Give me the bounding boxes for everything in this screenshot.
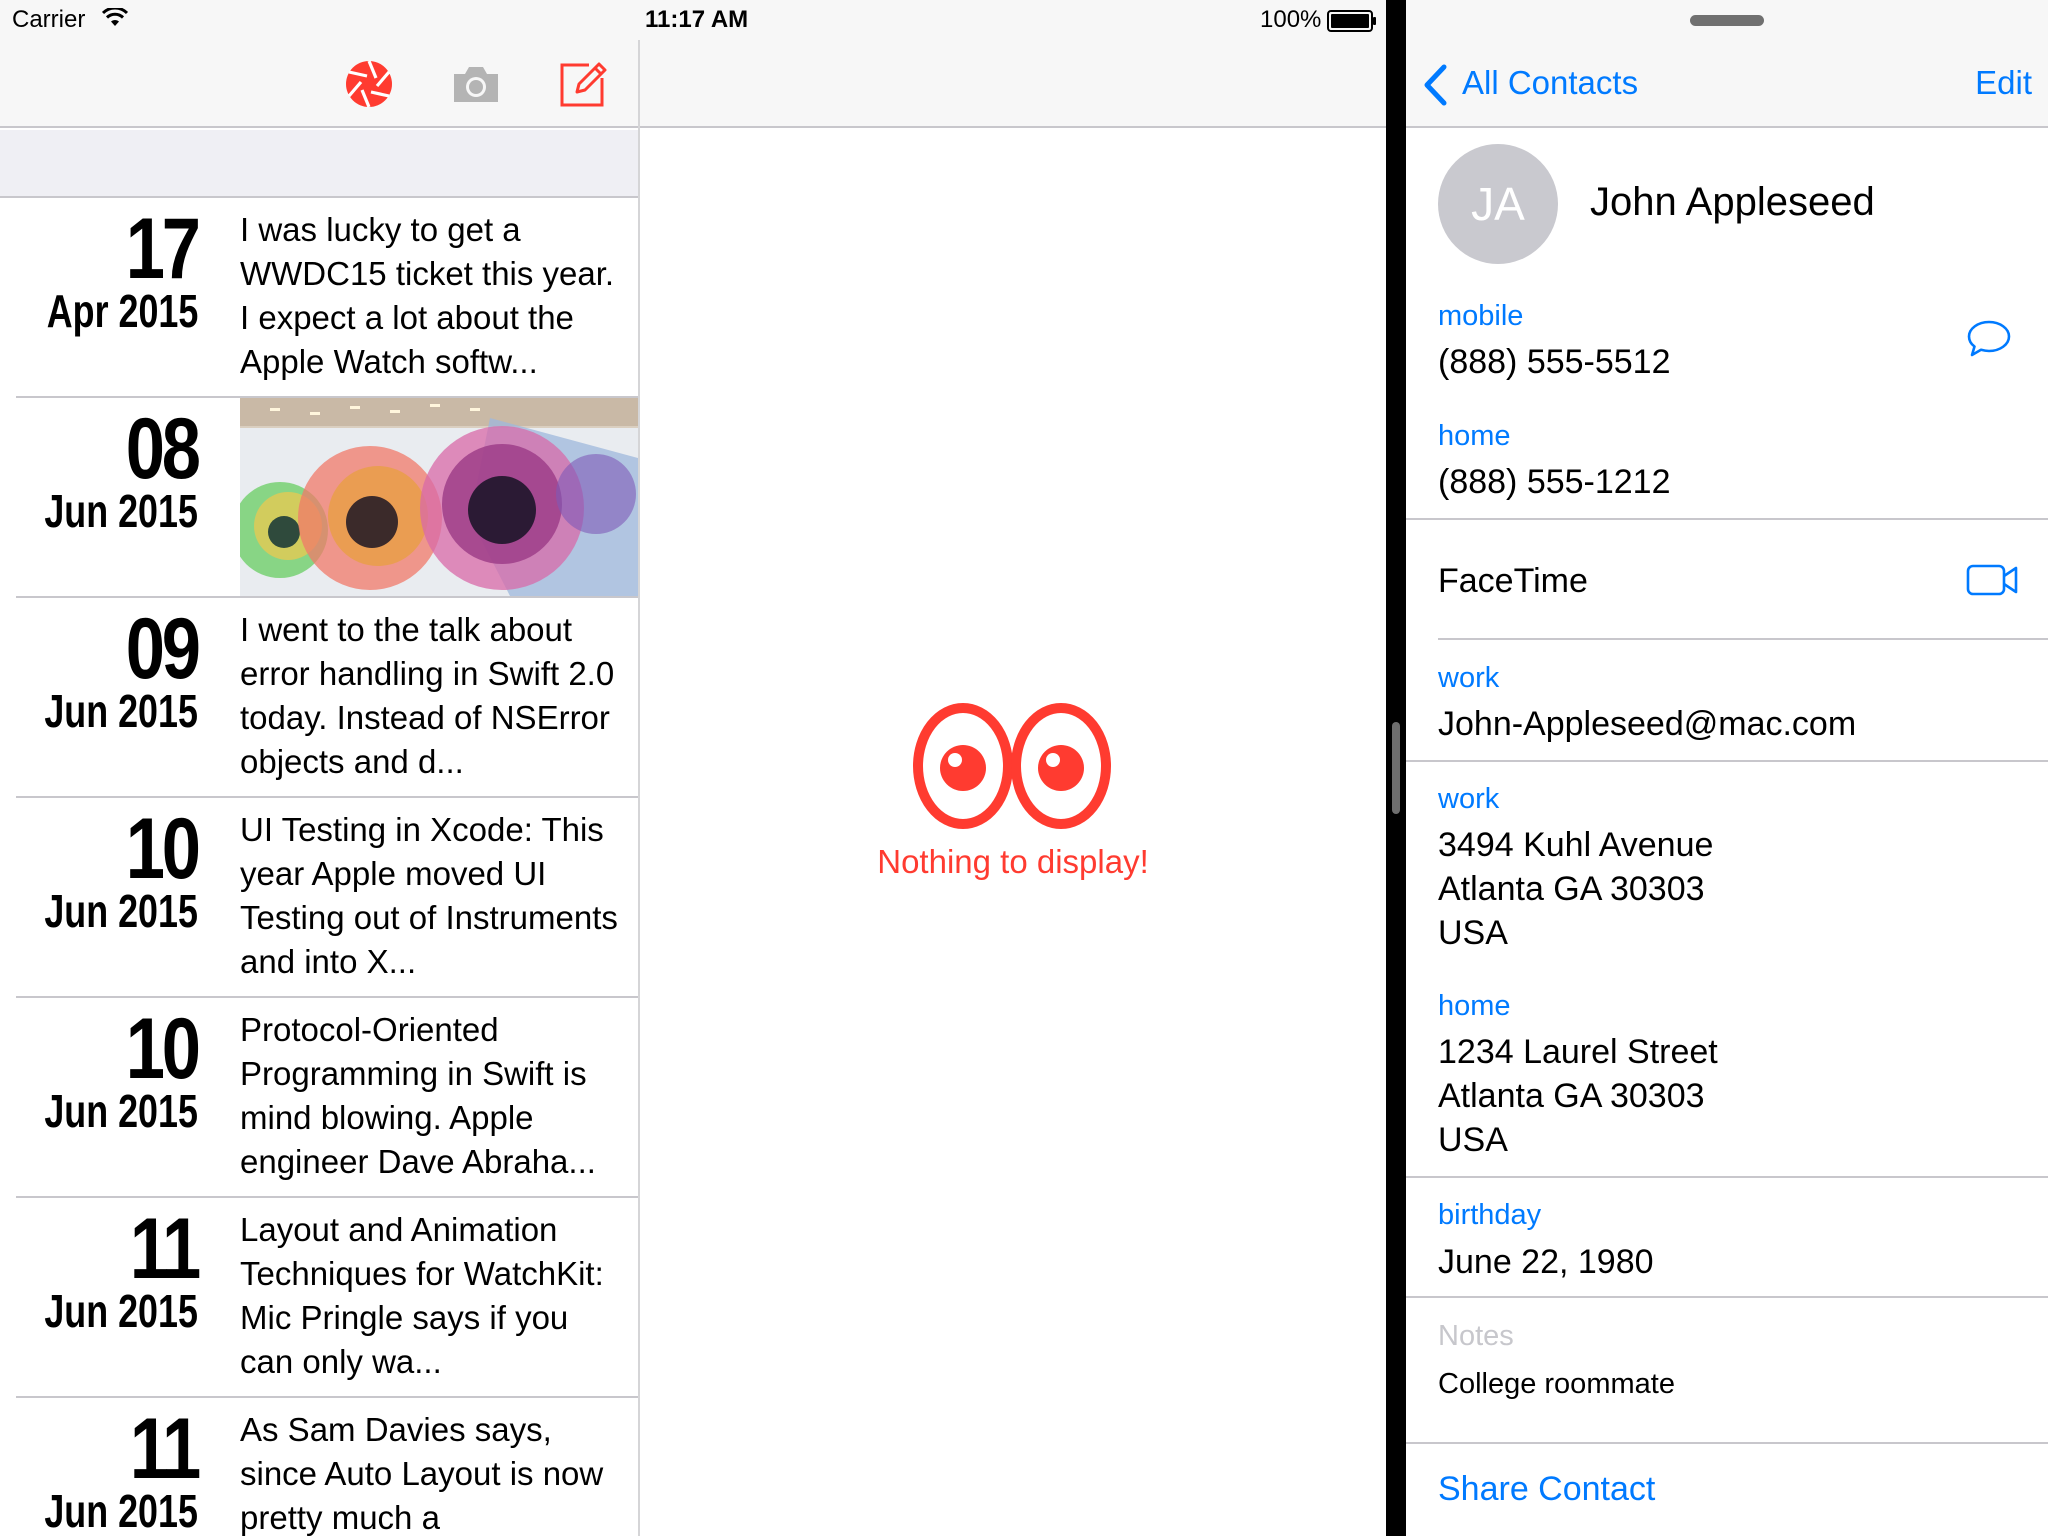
wifi-icon: [102, 8, 128, 26]
notes-label: Notes: [1438, 1320, 1514, 1352]
contact-pane: All Contacts Edit JA John Appleseed mobi…: [1406, 0, 2048, 1536]
journal-list-pane: 17 Apr 2015 I was lucky to get a WWDC15 …: [0, 0, 640, 1536]
slide-over-grabber[interactable]: [1690, 15, 1764, 26]
separator: [1406, 1296, 2048, 1298]
chevron-left-icon: [1424, 64, 1447, 106]
back-button-label: All Contacts: [1462, 64, 1639, 101]
journal-entry[interactable]: 11 Jun 2015 Layout and Animation Techniq…: [0, 1198, 638, 1398]
entry-month-year: Apr 2015: [46, 285, 198, 337]
detail-toolbar: [640, 40, 1386, 128]
carrier-label: Carrier: [12, 6, 86, 33]
facetime-label[interactable]: FaceTime: [1438, 562, 1588, 601]
entry-preview-text: As Sam Davies says, since Auto Layout is…: [240, 1411, 604, 1536]
video-camera-icon[interactable]: [1966, 564, 2018, 596]
journal-entry[interactable]: 10 Jun 2015 UI Testing in Xcode: This ye…: [0, 798, 638, 998]
message-icon[interactable]: [1966, 318, 2012, 360]
separator: [1406, 760, 2048, 762]
separator: [1406, 1442, 2048, 1444]
entry-month-year: Jun 2015: [44, 1085, 198, 1137]
list-section-header: [0, 130, 638, 198]
journal-entry[interactable]: 10 Jun 2015 Protocol-Oriented Programmin…: [0, 998, 638, 1198]
eyes-icon: [913, 703, 1111, 829]
work-address-line[interactable]: Atlanta GA 30303: [1438, 867, 1705, 911]
battery-percent-label: 100%: [1260, 6, 1322, 33]
clock-label: 11:17 AM: [645, 6, 749, 33]
birthday-label: birthday: [1438, 1199, 1542, 1231]
edit-button[interactable]: Edit: [1975, 64, 2032, 102]
journal-entries: 17 Apr 2015 I was lucky to get a WWDC15 …: [0, 198, 638, 1536]
compose-icon[interactable]: [557, 58, 609, 110]
work-address-line[interactable]: 3494 Kuhl Avenue: [1438, 823, 1713, 867]
empty-state-message: Nothing to display!: [877, 843, 1149, 880]
journal-toolbar: [0, 40, 638, 128]
entry-day: 11: [130, 1401, 201, 1497]
slide-over-divider: [1386, 0, 1406, 1536]
journal-entry[interactable]: 08 Jun 2015: [0, 398, 638, 598]
entry-day: 17: [126, 201, 201, 297]
home-address-line[interactable]: USA: [1438, 1118, 1508, 1162]
avatar: JA: [1438, 144, 1558, 264]
separator: [1406, 1176, 2048, 1178]
home-address-label: home: [1438, 990, 1511, 1022]
entry-photo: [240, 398, 638, 596]
entry-preview-text: I went to the talk about error handling …: [240, 611, 615, 780]
entry-day: 09: [126, 601, 201, 697]
contact-navigation-bar: All Contacts Edit: [1406, 0, 2048, 128]
separator: [1438, 638, 2048, 640]
entry-month-year: Jun 2015: [44, 1285, 198, 1337]
entry-preview-text: Protocol-Oriented Programming in Swift i…: [240, 1011, 596, 1180]
entry-preview-text: I was lucky to get a WWDC15 ticket this …: [240, 211, 615, 380]
entry-month-year: Jun 2015: [44, 685, 198, 737]
journal-entry[interactable]: 17 Apr 2015 I was lucky to get a WWDC15 …: [0, 198, 638, 398]
contact-name: John Appleseed: [1590, 180, 1875, 224]
entry-preview-text: Layout and Animation Techniques for Watc…: [240, 1211, 604, 1380]
divider-handle[interactable]: [1392, 722, 1400, 814]
entry-day: 11: [130, 1201, 201, 1297]
work-address-label: work: [1438, 783, 1500, 815]
status-bar: Carrier 11:17 AM 100%: [0, 0, 1386, 40]
journal-entry[interactable]: 11 Jun 2015 As Sam Davies says, since Au…: [0, 1398, 638, 1536]
wwdc-banner-photo: [240, 398, 638, 596]
detail-pane: Nothing to display!: [640, 0, 1386, 1536]
mobile-label: mobile: [1438, 300, 1524, 332]
home-phone-value[interactable]: (888) 555-1212: [1438, 460, 1671, 504]
home-phone-label: home: [1438, 420, 1511, 452]
separator: [1406, 518, 2048, 520]
mobile-phone-value[interactable]: (888) 555-5512: [1438, 340, 1671, 384]
entry-day: 10: [126, 801, 201, 897]
notes-value[interactable]: College roommate: [1438, 1368, 1675, 1401]
email-label: work: [1438, 662, 1500, 694]
entry-preview-text: UI Testing in Xcode: This year Apple mov…: [240, 811, 618, 980]
share-contact-button[interactable]: Share Contact: [1438, 1470, 1655, 1509]
shutter-icon[interactable]: [343, 58, 395, 110]
email-value[interactable]: John-Appleseed@mac.com: [1438, 702, 1856, 746]
camera-icon[interactable]: [450, 58, 502, 110]
entry-day: 08: [126, 401, 201, 497]
entry-month-year: Jun 2015: [44, 885, 198, 937]
entry-month-year: Jun 2015: [44, 1485, 198, 1536]
battery-icon: [1327, 10, 1376, 32]
entry-day: 10: [126, 1001, 201, 1097]
entry-month-year: Jun 2015: [44, 485, 198, 537]
home-address-line[interactable]: Atlanta GA 30303: [1438, 1074, 1705, 1118]
home-address-line[interactable]: 1234 Laurel Street: [1438, 1030, 1718, 1074]
work-address-line[interactable]: USA: [1438, 911, 1508, 955]
journal-entry[interactable]: 09 Jun 2015 I went to the talk about err…: [0, 598, 638, 798]
birthday-value: June 22, 1980: [1438, 1243, 1654, 1281]
